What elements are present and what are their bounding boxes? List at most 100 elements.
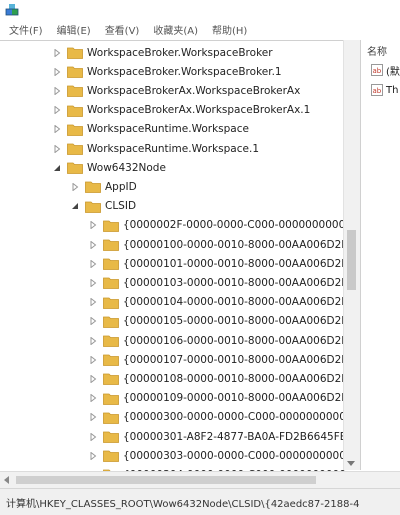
status-bar: 计算机\HKEY_CLASSES_ROOT\Wow6432Node\CLSID\…: [0, 488, 400, 515]
tree-node[interactable]: {00000101-0000-0010-8000-00AA006D2E: [0, 254, 350, 273]
horizontal-scrollbar[interactable]: [0, 471, 400, 488]
tree-node-label: {00000100-0000-0010-8000-00AA006D2E: [123, 238, 348, 251]
tree-node[interactable]: {00000104-0000-0010-8000-00AA006D2E: [0, 293, 350, 312]
tree-node[interactable]: {0000002F-0000-0000-C000-0000000000: [0, 216, 350, 235]
collapsed-arrow-icon[interactable]: [89, 355, 97, 364]
folder-icon: [103, 238, 119, 251]
value-list-pane[interactable]: 名称 ab (默 ab Th: [360, 40, 400, 470]
string-value-icon: ab: [371, 64, 383, 76]
menu-favorites[interactable]: 收藏夹(A): [146, 22, 205, 37]
folder-icon: [103, 430, 119, 443]
collapsed-arrow-icon[interactable]: [53, 48, 61, 57]
tree-node-label: {00000109-0000-0010-8000-00AA006D2E: [123, 392, 348, 405]
collapsed-arrow-icon[interactable]: [89, 413, 97, 422]
collapsed-arrow-icon[interactable]: [89, 259, 97, 268]
folder-icon: [103, 411, 119, 424]
expanded-arrow-icon[interactable]: [53, 164, 61, 172]
scrollbar-thumb[interactable]: [16, 476, 316, 484]
folder-icon: [103, 392, 119, 405]
menu-view[interactable]: 查看(V): [98, 22, 147, 37]
folder-icon: [67, 104, 83, 117]
svg-text:ab: ab: [373, 87, 382, 95]
tree-node-label: {00000108-0000-0010-8000-00AA006D2E: [123, 372, 348, 385]
folder-icon: [85, 200, 101, 213]
tree-node[interactable]: WorkspaceRuntime.Workspace.1: [0, 139, 350, 158]
tree-node-label: CLSID: [105, 200, 137, 213]
tree-node-label: {00000101-0000-0010-8000-00AA006D2E: [123, 257, 348, 270]
collapsed-arrow-icon[interactable]: [89, 374, 97, 383]
folder-icon: [67, 142, 83, 155]
tree-node[interactable]: WorkspaceBroker.WorkspaceBroker.1: [0, 62, 350, 81]
folder-icon: [103, 315, 119, 328]
tree-node-label: WorkspaceRuntime.Workspace: [87, 123, 249, 136]
column-header-name[interactable]: 名称: [367, 43, 387, 58]
tree-node-label: {00000300-0000-0000-C000-0000000000: [123, 411, 346, 424]
collapsed-arrow-icon[interactable]: [89, 432, 97, 441]
tree-node-label: WorkspaceBroker.WorkspaceBroker.1: [87, 65, 282, 78]
collapsed-arrow-icon[interactable]: [53, 106, 61, 115]
collapsed-arrow-icon[interactable]: [89, 221, 97, 230]
tree-node[interactable]: {00000103-0000-0010-8000-00AA006D2E: [0, 273, 350, 292]
menu-file[interactable]: 文件(F): [0, 22, 50, 37]
tree-node-label: {00000107-0000-0010-8000-00AA006D2E: [123, 353, 348, 366]
tree-node-label: WorkspaceBroker.WorkspaceBroker: [87, 46, 273, 59]
tree-node[interactable]: {00000107-0000-0010-8000-00AA006D2E: [0, 350, 350, 369]
tree-node[interactable]: {00000301-A8F2-4877-BA0A-FD2B6645FE: [0, 427, 350, 446]
expanded-arrow-icon[interactable]: [71, 202, 79, 210]
menu-edit[interactable]: 编辑(E): [50, 22, 98, 37]
scrollbar-thumb[interactable]: [347, 230, 356, 290]
menu-help[interactable]: 帮助(H): [205, 22, 254, 37]
value-row[interactable]: ab Th: [371, 82, 400, 98]
collapsed-arrow-icon[interactable]: [53, 125, 61, 134]
title-bar: [0, 0, 400, 20]
tree-node[interactable]: {00000100-0000-0010-8000-00AA006D2E: [0, 235, 350, 254]
folder-icon: [67, 123, 83, 136]
value-name: (默: [386, 66, 400, 78]
tree-node-label: Wow6432Node: [87, 161, 166, 174]
value-row[interactable]: ab (默: [371, 62, 400, 78]
folder-icon: [103, 334, 119, 347]
registry-tree[interactable]: WorkspaceBroker.WorkspaceBroker Workspace…: [0, 40, 350, 471]
tree-node-label: {00000106-0000-0010-8000-00AA006D2E: [123, 334, 348, 347]
tree-node[interactable]: {00000300-0000-0000-C000-0000000000: [0, 408, 350, 427]
tree-node-label: WorkspaceBrokerAx.WorkspaceBrokerAx: [87, 84, 301, 97]
collapsed-arrow-icon[interactable]: [89, 394, 97, 403]
collapsed-arrow-icon[interactable]: [89, 336, 97, 345]
collapsed-arrow-icon[interactable]: [89, 317, 97, 326]
tree-node[interactable]: {00000303-0000-0000-C000-0000000000: [0, 446, 350, 465]
collapsed-arrow-icon[interactable]: [89, 240, 97, 249]
collapsed-arrow-icon[interactable]: [89, 298, 97, 307]
tree-node[interactable]: WorkspaceRuntime.Workspace: [0, 120, 350, 139]
tree-node[interactable]: WorkspaceBrokerAx.WorkspaceBrokerAx.1: [0, 101, 350, 120]
tree-node[interactable]: Wow6432Node: [0, 158, 350, 177]
tree-node[interactable]: {00000108-0000-0010-8000-00AA006D2E: [0, 369, 350, 388]
collapsed-arrow-icon[interactable]: [53, 67, 61, 76]
tree-node[interactable]: AppID: [0, 177, 350, 196]
tree-node[interactable]: {00000109-0000-0010-8000-00AA006D2E: [0, 389, 350, 408]
scroll-down-arrow[interactable]: [347, 461, 355, 466]
tree-node[interactable]: WorkspaceBroker.WorkspaceBroker: [0, 43, 350, 62]
svg-text:ab: ab: [373, 67, 382, 75]
tree-node-label: AppID: [105, 180, 137, 193]
tree-node-label: {00000103-0000-0010-8000-00AA006D2E: [123, 276, 348, 289]
folder-icon: [85, 180, 101, 194]
tree-node[interactable]: {00000105-0000-0010-8000-00AA006D2E: [0, 312, 350, 331]
collapsed-arrow-icon[interactable]: [71, 182, 79, 191]
collapsed-arrow-icon[interactable]: [89, 278, 97, 287]
folder-icon: [67, 161, 83, 175]
folder-icon: [103, 449, 119, 463]
scroll-left-arrow[interactable]: [4, 476, 9, 484]
tree-node-label: {00000301-A8F2-4877-BA0A-FD2B6645FE: [123, 430, 347, 443]
tree-node-label: {00000105-0000-0010-8000-00AA006D2E: [123, 315, 348, 328]
collapsed-arrow-icon[interactable]: [53, 86, 61, 95]
tree-node[interactable]: WorkspaceBrokerAx.WorkspaceBrokerAx: [0, 81, 350, 100]
value-name: Th: [386, 84, 399, 96]
tree-node[interactable]: {00000106-0000-0010-8000-00AA006D2E: [0, 331, 350, 350]
tree-vertical-scrollbar[interactable]: [343, 40, 360, 470]
collapsed-arrow-icon[interactable]: [53, 144, 61, 153]
registry-path: 计算机\HKEY_CLASSES_ROOT\Wow6432Node\CLSID\…: [6, 498, 360, 510]
collapsed-arrow-icon[interactable]: [89, 451, 97, 460]
tree-node[interactable]: CLSID: [0, 197, 350, 216]
folder-icon: [67, 46, 83, 59]
menu-bar: 文件(F) 编辑(E) 查看(V) 收藏夹(A) 帮助(H): [0, 20, 400, 39]
